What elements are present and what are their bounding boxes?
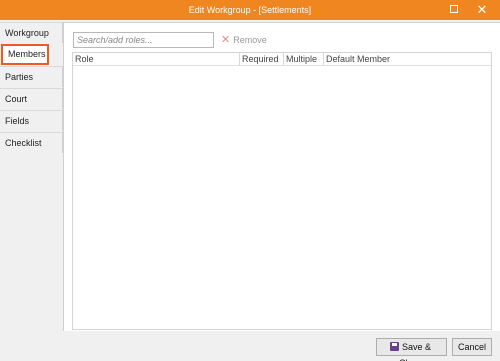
tab-court[interactable]: Court	[0, 88, 63, 109]
dialog-footer: Save & Close Cancel	[0, 331, 500, 361]
tab-members[interactable]: Members	[1, 44, 49, 65]
tab-workgroup[interactable]: Workgroup	[0, 22, 63, 43]
grid-header: Role Required Multiple Default Member	[73, 53, 491, 66]
window-title: Edit Workgroup - [Settlements]	[188, 5, 312, 15]
maximize-icon	[450, 5, 458, 14]
members-panel: ✕Remove Role Required Multiple Default M…	[63, 22, 500, 331]
column-header-multiple[interactable]: Multiple	[284, 53, 324, 65]
tab-parties[interactable]: Parties	[0, 66, 63, 87]
tab-checklist[interactable]: Checklist	[0, 132, 63, 153]
tab-fields[interactable]: Fields	[0, 110, 63, 131]
save-close-button[interactable]: Save & Close	[376, 338, 447, 361]
save-close-label: Save & Close	[399, 342, 432, 361]
roles-grid[interactable]: Role Required Multiple Default Member	[72, 52, 492, 330]
remove-label: Remove	[233, 35, 267, 45]
close-button[interactable]: ✕	[468, 0, 496, 20]
column-header-role[interactable]: Role	[73, 53, 240, 65]
column-header-required[interactable]: Required	[240, 53, 284, 65]
maximize-button[interactable]	[440, 0, 468, 20]
column-header-default-member[interactable]: Default Member	[324, 53, 404, 65]
search-roles-input[interactable]	[73, 32, 214, 48]
cancel-button[interactable]: Cancel	[452, 338, 492, 356]
close-icon: ✕	[476, 2, 488, 17]
title-bar: Edit Workgroup - [Settlements] ✕	[0, 0, 500, 20]
save-icon	[389, 342, 399, 352]
remove-button[interactable]: ✕ Remove	[221, 32, 267, 48]
remove-icon: ✕	[221, 34, 231, 46]
